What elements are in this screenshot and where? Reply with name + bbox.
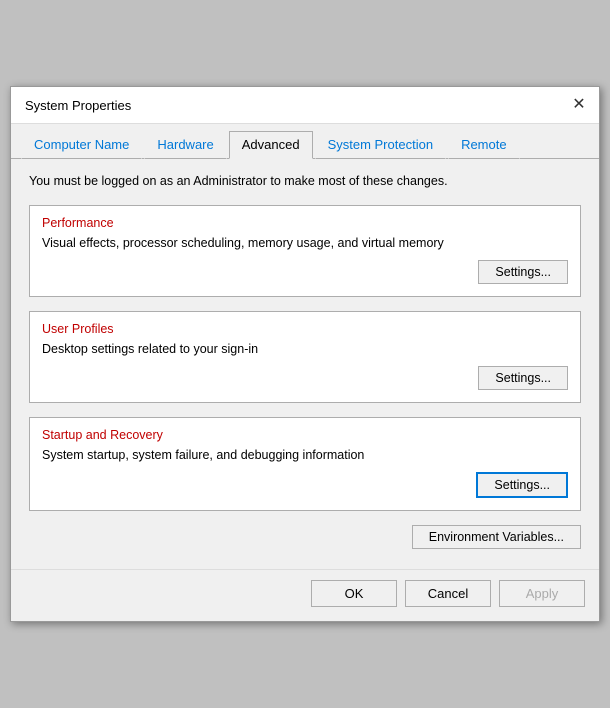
user-profiles-settings-button[interactable]: Settings... [478, 366, 568, 390]
tab-content: You must be logged on as an Administrato… [11, 159, 599, 569]
system-properties-dialog: System Properties ✕ Computer Name Hardwa… [10, 86, 600, 622]
startup-recovery-section: Startup and Recovery System startup, sys… [29, 417, 581, 511]
startup-recovery-settings-button[interactable]: Settings... [476, 472, 568, 498]
apply-button[interactable]: Apply [499, 580, 585, 607]
tab-advanced[interactable]: Advanced [229, 131, 313, 159]
window-title: System Properties [25, 98, 131, 113]
user-profiles-description: Desktop settings related to your sign-in [42, 342, 568, 356]
user-profiles-section: User Profiles Desktop settings related t… [29, 311, 581, 403]
title-bar: System Properties ✕ [11, 87, 599, 124]
tab-remote[interactable]: Remote [448, 131, 520, 159]
tab-hardware[interactable]: Hardware [144, 131, 226, 159]
user-profiles-title: User Profiles [42, 322, 568, 336]
performance-description: Visual effects, processor scheduling, me… [42, 236, 568, 250]
tab-bar: Computer Name Hardware Advanced System P… [11, 124, 599, 159]
startup-recovery-description: System startup, system failure, and debu… [42, 448, 568, 462]
admin-notice: You must be logged on as an Administrato… [29, 173, 581, 191]
performance-section: Performance Visual effects, processor sc… [29, 205, 581, 297]
performance-settings-button[interactable]: Settings... [478, 260, 568, 284]
environment-variables-button[interactable]: Environment Variables... [412, 525, 581, 549]
env-variables-wrap: Environment Variables... [29, 525, 581, 549]
tab-computer-name[interactable]: Computer Name [21, 131, 142, 159]
close-button[interactable]: ✕ [569, 95, 589, 115]
footer-buttons: OK Cancel Apply [11, 569, 599, 621]
cancel-button[interactable]: Cancel [405, 580, 491, 607]
ok-button[interactable]: OK [311, 580, 397, 607]
performance-title: Performance [42, 216, 568, 230]
startup-recovery-title: Startup and Recovery [42, 428, 568, 442]
tab-system-protection[interactable]: System Protection [315, 131, 447, 159]
